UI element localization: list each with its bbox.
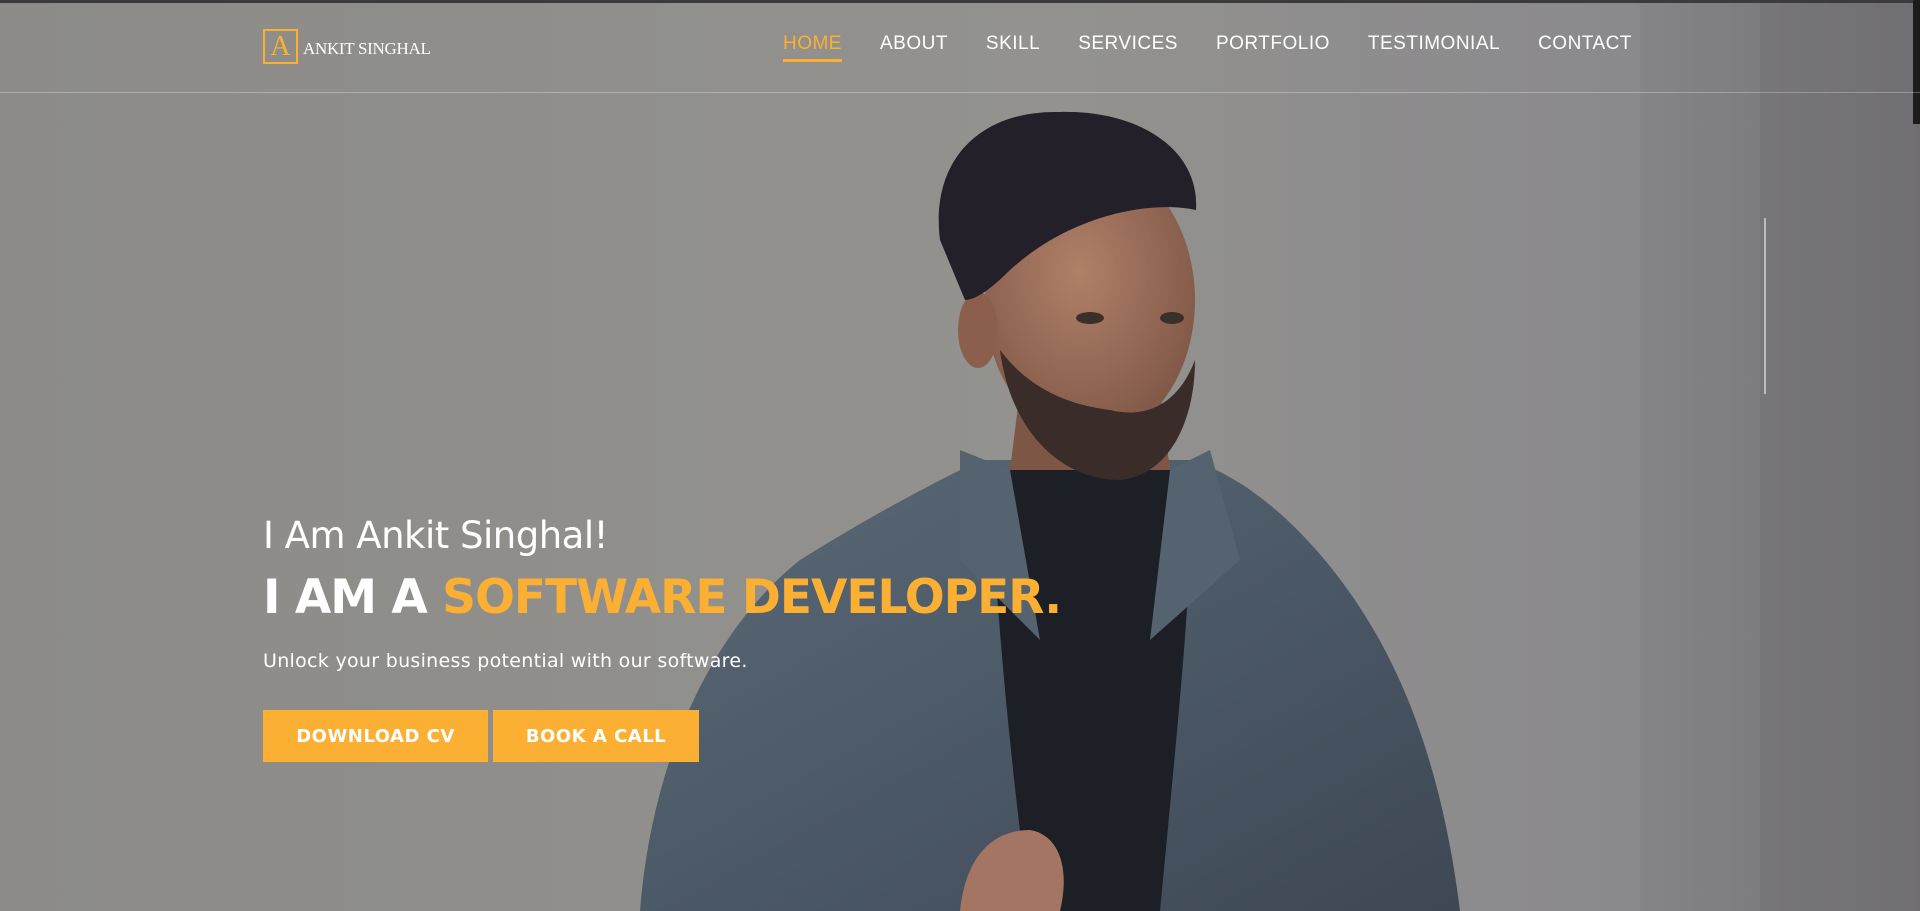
hero-tagline: Unlock your business potential with our … xyxy=(263,650,748,672)
hero-buttons: DOWNLOAD CV BOOK A CALL xyxy=(263,710,1061,762)
headline-prefix: I AM A xyxy=(263,570,428,625)
download-cv-button[interactable]: DOWNLOAD CV xyxy=(263,710,488,762)
nav-item-services[interactable]: SERVICES xyxy=(1078,33,1178,61)
site-logo[interactable]: A ANKIT SINGHAL xyxy=(263,28,431,64)
hero-content: I Am Ankit Singhal! I AM A SOFTWARE DEVE… xyxy=(263,508,1062,762)
main-nav: HOME ABOUT SKILL SERVICES PORTFOLIO TEST… xyxy=(745,33,1632,62)
nav-item-portfolio[interactable]: PORTFOLIO xyxy=(1216,33,1330,61)
logo-mark: A xyxy=(263,28,298,64)
landing-page: A ANKIT SINGHAL HOME ABOUT SKILL SERVICE… xyxy=(0,0,1920,911)
hero-greeting: I Am Ankit Singhal! xyxy=(263,514,608,557)
hero-background-photo xyxy=(0,0,1920,911)
book-call-button[interactable]: BOOK A CALL xyxy=(493,710,699,762)
nav-item-skill[interactable]: SKILL xyxy=(986,33,1040,61)
nav-item-contact[interactable]: CONTACT xyxy=(1538,33,1632,61)
nav-item-about[interactable]: ABOUT xyxy=(880,33,948,61)
nav-item-home[interactable]: HOME xyxy=(782,33,842,62)
logo-text: ANKIT SINGHAL xyxy=(303,39,431,58)
site-header: A ANKIT SINGHAL HOME ABOUT SKILL SERVICE… xyxy=(0,3,1920,93)
headline-accent: SOFTWARE DEVELOPER. xyxy=(442,570,1062,625)
hero-headline: I AM A SOFTWARE DEVELOPER. xyxy=(263,566,1062,630)
nav-item-testimonial[interactable]: TESTIMONIAL xyxy=(1368,33,1500,61)
